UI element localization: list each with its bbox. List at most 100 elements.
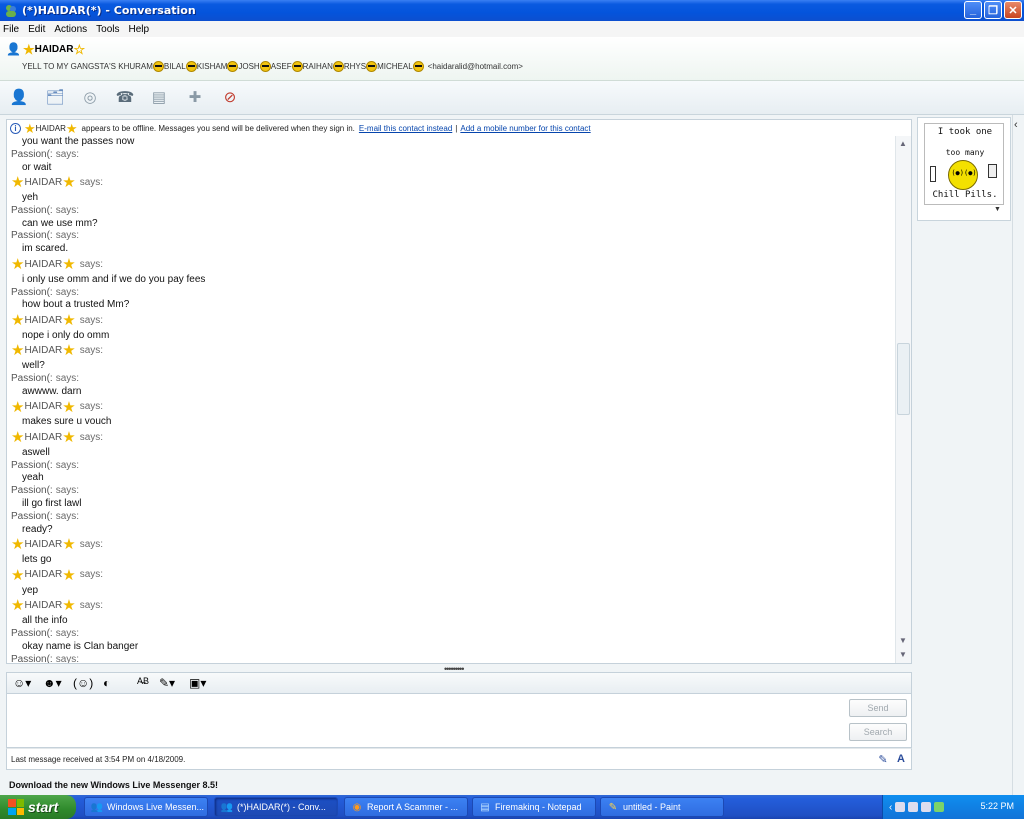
says-label: says: bbox=[79, 538, 104, 550]
background-icon[interactable]: ▣▾ bbox=[189, 676, 206, 690]
message-text: all the info bbox=[22, 615, 68, 627]
message-text: ready? bbox=[22, 523, 53, 535]
voice-clip-icon[interactable]: ◐ bbox=[103, 676, 110, 690]
contact-status-icon: 👤 bbox=[6, 42, 21, 56]
sender-line: ★ HAIDAR ★ says: bbox=[11, 399, 891, 417]
menu-bar: File Edit Actions Tools Help bbox=[0, 21, 1024, 37]
task-conversation[interactable]: 👥 (*)HAIDAR(*) - Conv... bbox=[214, 797, 338, 817]
firefox-icon: ◉ bbox=[352, 801, 362, 813]
games-icon[interactable]: ▤ bbox=[149, 87, 169, 107]
network-icon[interactable] bbox=[921, 802, 932, 812]
says-label: says: bbox=[79, 314, 104, 326]
title-bar: (*)HAIDAR(*) - Conversation _ ❐ ✕ bbox=[0, 0, 1024, 21]
star-icon: ★ bbox=[62, 311, 76, 329]
maximize-button[interactable]: ❐ bbox=[984, 1, 1002, 19]
says-label: says: bbox=[79, 569, 104, 581]
close-button[interactable]: ✕ bbox=[1004, 1, 1022, 19]
email-contact-link[interactable]: E-mail this contact instead bbox=[359, 124, 452, 133]
says-label: says: bbox=[79, 431, 104, 443]
wink-icon[interactable]: ☻▾ bbox=[43, 676, 62, 690]
tray-expand-icon[interactable]: ‹ bbox=[889, 802, 892, 813]
sender-line: Passion(: says: bbox=[11, 205, 891, 218]
star-icon: ★ bbox=[11, 536, 25, 554]
star-icon: ★ bbox=[62, 597, 76, 615]
type-mode-icon[interactable]: A bbox=[893, 751, 909, 767]
says-label: says: bbox=[55, 627, 80, 639]
sender-name: HAIDAR bbox=[24, 401, 63, 413]
says-label: says: bbox=[55, 204, 80, 216]
font-icon[interactable]: A̶B bbox=[137, 676, 149, 686]
contact-email: <haidaralid@hotmail.com> bbox=[427, 62, 523, 71]
menu-file[interactable]: File bbox=[3, 24, 19, 35]
sender-line: Passion(: says: bbox=[11, 149, 891, 162]
message-text: makes sure u vouch bbox=[22, 416, 112, 428]
conversation-history[interactable]: you want the passes now Passion(: says: or … bbox=[6, 136, 912, 664]
conversation-scrollbar[interactable]: ▲ ▼ ▼ bbox=[895, 136, 911, 663]
handwriting-icon[interactable]: ✎▾ bbox=[159, 676, 175, 690]
minimize-button[interactable]: _ bbox=[964, 1, 982, 19]
sender-line: ★ HAIDAR ★ says: bbox=[11, 256, 891, 274]
sender-name: Passion(: bbox=[11, 204, 53, 216]
invite-icon[interactable]: 👤 bbox=[9, 87, 29, 107]
star-icon: ★ bbox=[62, 174, 76, 192]
menu-edit[interactable]: Edit bbox=[28, 24, 45, 35]
star-icon: ★ bbox=[11, 174, 25, 192]
contact-name[interactable]: 👤 ★ HAIDAR ☆ bbox=[6, 42, 85, 56]
task-messenger[interactable]: 👥 Windows Live Messen... bbox=[84, 797, 208, 817]
search-button[interactable]: Search bbox=[849, 723, 907, 741]
task-paint[interactable]: ✎ untitled - Paint bbox=[600, 797, 724, 817]
messenger-tray-icon[interactable] bbox=[934, 802, 945, 812]
star-icon: ★ bbox=[62, 398, 76, 416]
menu-actions[interactable]: Actions bbox=[54, 24, 87, 35]
emoticon-icon[interactable]: ☺▾ bbox=[13, 676, 31, 690]
cool-smiley-icon bbox=[291, 61, 303, 72]
start-button[interactable]: start bbox=[0, 795, 76, 819]
message-text: you want the passes now bbox=[22, 136, 135, 147]
star-icon: ★ bbox=[11, 429, 25, 447]
message-text: yep bbox=[22, 584, 39, 596]
add-mobile-link[interactable]: Add a mobile number for this contact bbox=[460, 124, 590, 133]
display-picture[interactable]: I took one too many Chill Pills. bbox=[924, 123, 1004, 205]
sender-name: HAIDAR bbox=[24, 258, 63, 270]
volume-icon[interactable] bbox=[908, 802, 919, 812]
scroll-bottom-icon[interactable]: ▼ bbox=[899, 650, 907, 659]
says-label: says: bbox=[79, 345, 104, 357]
says-label: says: bbox=[79, 599, 104, 611]
sender-name: Passion(: bbox=[11, 373, 53, 385]
sender-line: Passion(: says: bbox=[11, 485, 891, 498]
cool-smiley-icon bbox=[152, 61, 164, 72]
handwriting-mode-icon[interactable]: ✎ bbox=[875, 751, 891, 767]
message-text: can we use mm? bbox=[22, 217, 98, 229]
contact-header: 👤 ★ HAIDAR ☆ YELL TO MY GANGSTA'S KHURAM… bbox=[0, 37, 1024, 81]
personal-message: YELL TO MY GANGSTA'S KHURAM BILAL KISHAM… bbox=[22, 61, 523, 72]
scrollbar-thumb[interactable] bbox=[897, 343, 910, 415]
collapse-pane-icon[interactable]: ‹ bbox=[1014, 119, 1018, 131]
pane-divider bbox=[1012, 115, 1013, 795]
window-controls: _ ❐ ✕ bbox=[964, 1, 1022, 19]
task-notepad[interactable]: ▤ Firemakinq - Notepad bbox=[472, 797, 596, 817]
sender-name: HAIDAR bbox=[24, 431, 63, 443]
send-button[interactable]: Send bbox=[849, 699, 907, 717]
star-icon: ★ bbox=[24, 120, 36, 136]
status-bar: Last message received at 3:54 PM on 4/18… bbox=[6, 748, 912, 770]
task-firefox[interactable]: ◉ Report A Scammer - ... bbox=[344, 797, 468, 817]
message-input-area[interactable]: Send Search bbox=[6, 694, 912, 748]
says-label: says: bbox=[55, 459, 80, 471]
scroll-up-icon[interactable]: ▲ bbox=[899, 139, 907, 148]
download-banner[interactable]: Download the new Windows Live Messenger … bbox=[9, 780, 218, 790]
share-files-icon[interactable]: 🗂 bbox=[45, 87, 65, 107]
clock: 5:22 PM bbox=[980, 801, 1014, 811]
message-text: aswell bbox=[22, 446, 50, 458]
sender-name: Passion(: bbox=[11, 230, 53, 242]
tray-app-icon[interactable] bbox=[895, 802, 906, 812]
video-call-icon[interactable]: ◎ bbox=[80, 87, 100, 107]
nudge-icon[interactable]: (☺) bbox=[73, 676, 93, 690]
block-icon[interactable]: ⊘ bbox=[220, 87, 240, 107]
chevron-down-icon[interactable]: ▼ bbox=[994, 206, 1001, 213]
scroll-down-icon[interactable]: ▼ bbox=[899, 636, 907, 645]
menu-help[interactable]: Help bbox=[129, 24, 150, 35]
menu-tools[interactable]: Tools bbox=[96, 24, 119, 35]
call-icon[interactable]: ☎ bbox=[115, 87, 135, 107]
sender-line: ★ HAIDAR ★ says: bbox=[11, 567, 891, 585]
activities-icon[interactable]: ✚ bbox=[185, 87, 205, 107]
